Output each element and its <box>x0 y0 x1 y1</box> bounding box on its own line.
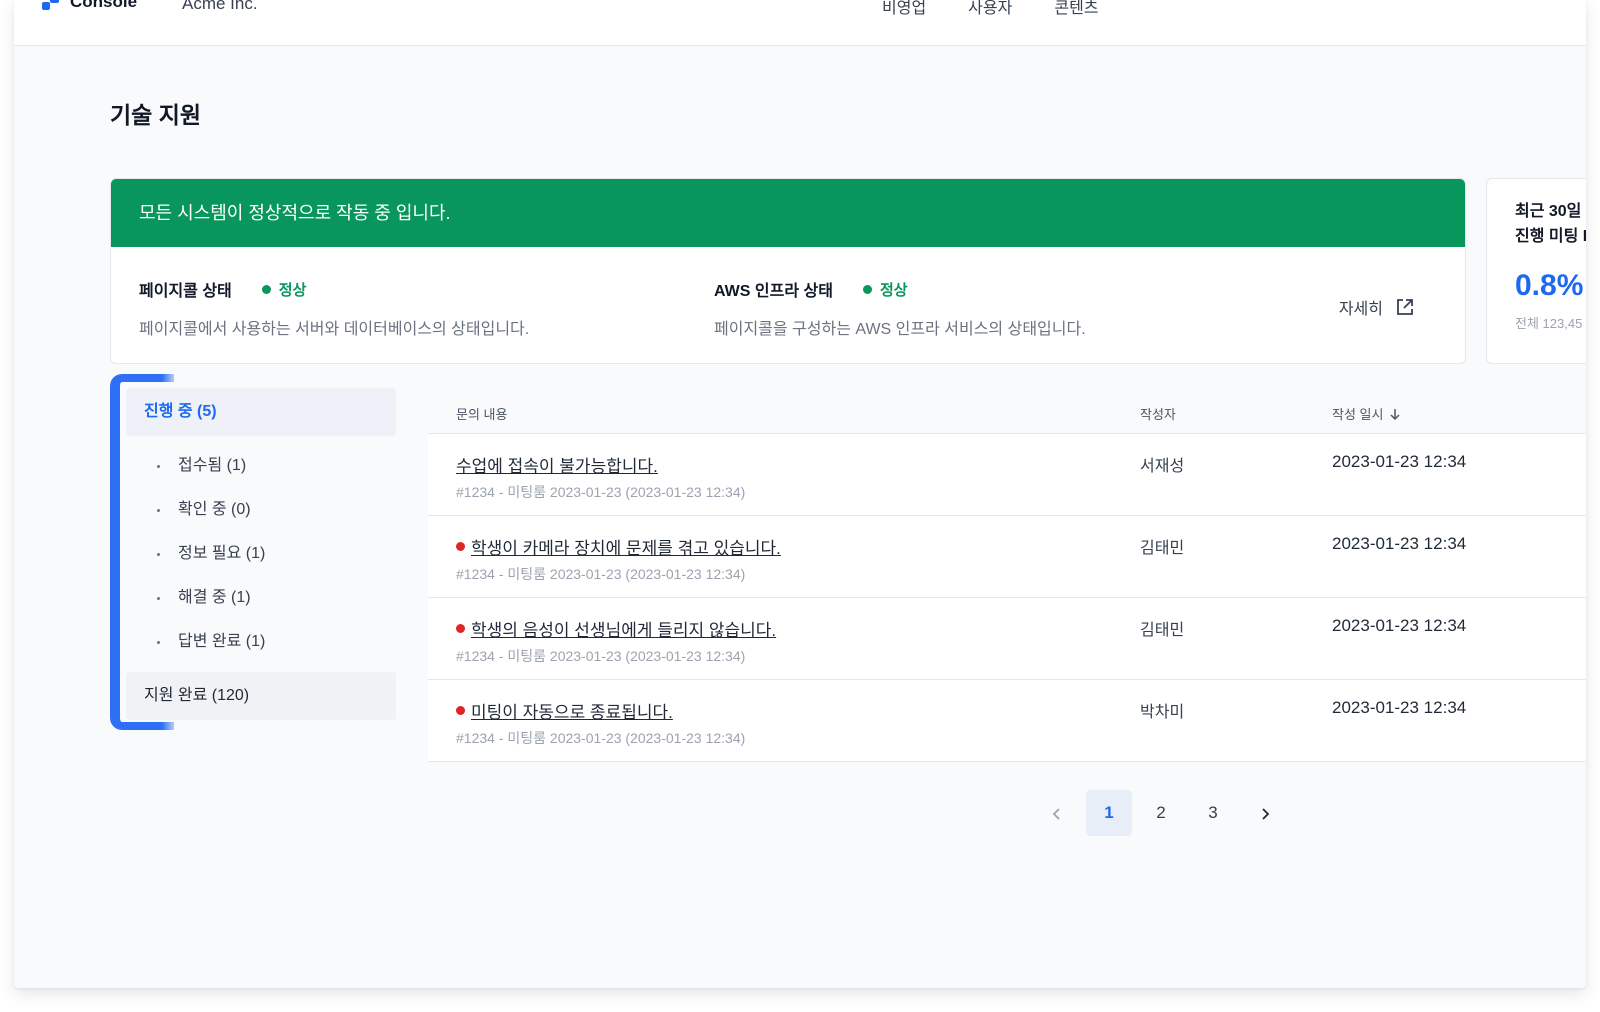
inquiry-meta: #1234 - 미팅룸 2023-01-23 (2023-01-23 12:34… <box>456 566 746 582</box>
metric-value: 0.8% <box>1515 269 1584 302</box>
next-page-button[interactable] <box>1242 790 1288 836</box>
sidebar-item-completed[interactable]: 지원 완료 (120) <box>126 672 396 720</box>
status-filter-sidebar: 진행 중 (5) 접수됨 (1) 확인 중 (0) 정보 필요 (1) 해결 중… <box>126 388 396 720</box>
inquiry-author: 박차미 <box>1140 704 1185 721</box>
metric-sub: 전체 123,45 <box>1515 316 1583 331</box>
logo-icon <box>42 0 62 12</box>
sidebar-sub-list: 접수됨 (1) 확인 중 (0) 정보 필요 (1) 해결 중 (1) 답변 완… <box>126 436 396 672</box>
meeting-metric-card: 최근 30일 진행 미팅 I 0.8% 전체 123,45 <box>1486 178 1586 364</box>
page-button-2[interactable]: 2 <box>1138 790 1184 836</box>
inquiry-meta: #1234 - 미팅룸 2023-01-23 (2023-01-23 12:34… <box>456 648 746 664</box>
nav-item-1[interactable]: 사용자 <box>968 0 1012 18</box>
unread-dot-icon <box>456 706 465 715</box>
aws-status: AWS 인프라 상태 정상 페이지콜을 구성하는 AWS 인프라 서비스의 상태… <box>714 277 1086 339</box>
page-title: 기술 지원 <box>110 102 202 128</box>
inquiry-title-link[interactable]: 학생의 음성이 선생님에게 들리지 않습니다. <box>456 616 776 641</box>
sidebar-sub-item[interactable]: 해결 중 (1) <box>126 576 396 620</box>
nav-item-0[interactable]: 비영업 <box>882 0 926 18</box>
inquiry-title-link[interactable]: 수업에 접속이 불가능합니다. <box>456 452 658 477</box>
sidebar-sub-item-label: 정보 필요 (1) <box>178 545 266 562</box>
aws-status-state: 정상 <box>879 281 908 299</box>
inquiry-title: 학생의 음성이 선생님에게 들리지 않습니다. <box>471 621 777 640</box>
column-header-date-label: 작성 일시 <box>1332 407 1384 422</box>
inquiry-author: 김태민 <box>1140 540 1185 557</box>
inquiry-title: 수업에 접속이 불가능합니다. <box>456 457 658 476</box>
status-dot-icon <box>261 284 271 294</box>
column-header-date[interactable]: 작성 일시 <box>1332 404 1401 423</box>
metric-title-line2: 진행 미팅 I <box>1515 228 1586 245</box>
aws-status-badge: 정상 <box>862 279 908 300</box>
inquiry-title-link[interactable]: 학생이 카메라 장치에 문제를 겪고 있습니다. <box>456 534 781 559</box>
status-banner: 모든 시스템이 정상적으로 작동 중 입니다. <box>111 179 1465 247</box>
prev-page-button[interactable] <box>1034 790 1080 836</box>
pagecall-status-label: 페이지콜 상태 <box>139 283 232 300</box>
sidebar-sub-item-label: 접수됨 (1) <box>178 457 247 474</box>
org-name[interactable]: Acme Inc. <box>182 0 258 14</box>
aws-status-desc: 페이지콜을 구성하는 AWS 인프라 서비스의 상태입니다. <box>714 321 1086 338</box>
table-row: 미팅이 자동으로 종료됩니다. #1234 - 미팅룸 2023-01-23 (… <box>428 680 1586 762</box>
pagecall-status-state: 정상 <box>278 281 307 299</box>
unread-dot-icon <box>456 624 465 633</box>
chevron-right-icon <box>1262 807 1270 820</box>
inquiry-date: 2023-01-23 12:34 <box>1332 452 1467 471</box>
page-button-1[interactable]: 1 <box>1086 790 1132 836</box>
sidebar-sub-item-label: 해결 중 (1) <box>178 589 251 606</box>
sidebar-sub-item-label: 확인 중 (0) <box>178 501 251 518</box>
top-bar: Console Acme Inc. 비영업 사용자 콘텐츠 <box>14 0 1586 46</box>
sidebar-sub-item[interactable]: 정보 필요 (1) <box>126 532 396 576</box>
inquiry-date: 2023-01-23 12:34 <box>1332 616 1467 635</box>
pagecall-status: 페이지콜 상태 정상 페이지콜에서 사용하는 서버와 데이터베이스의 상태입니다… <box>139 277 529 339</box>
sidebar-sub-item[interactable]: 접수됨 (1) <box>126 444 396 488</box>
inquiry-meta: #1234 - 미팅룸 2023-01-23 (2023-01-23 12:34… <box>456 484 746 500</box>
status-dot-icon <box>862 284 872 294</box>
inquiry-table: 문의 내용 작성자 작성 일시 수업에 접속이 불가능합니다. #1234 - … <box>428 384 1586 762</box>
nav-item-2[interactable]: 콘텐츠 <box>1054 0 1098 18</box>
column-header-content: 문의 내용 <box>456 407 508 422</box>
inquiry-date: 2023-01-23 12:34 <box>1332 534 1467 553</box>
aws-status-label: AWS 인프라 상태 <box>714 283 833 300</box>
inquiry-author: 김태민 <box>1140 622 1185 639</box>
top-nav: 비영업 사용자 콘텐츠 <box>882 0 1099 18</box>
status-detail-label: 자세히 <box>1338 301 1383 318</box>
inquiry-title-link[interactable]: 미팅이 자동으로 종료됩니다. <box>456 698 673 723</box>
logo[interactable]: Console <box>42 0 137 12</box>
table-row: 수업에 접속이 불가능합니다. #1234 - 미팅룸 2023-01-23 (… <box>428 434 1586 516</box>
status-detail-link[interactable]: 자세히 <box>1339 295 1415 319</box>
table-header: 문의 내용 작성자 작성 일시 <box>428 384 1586 434</box>
inquiry-meta: #1234 - 미팅룸 2023-01-23 (2023-01-23 12:34… <box>456 730 746 746</box>
table-row: 학생이 카메라 장치에 문제를 겪고 있습니다. #1234 - 미팅룸 202… <box>428 516 1586 598</box>
unread-dot-icon <box>456 542 465 551</box>
page-button-3[interactable]: 3 <box>1190 790 1236 836</box>
inquiry-author: 서재성 <box>1140 458 1185 475</box>
sort-arrow-down-icon <box>1390 408 1400 420</box>
sidebar-sub-item-label: 답변 완료 (1) <box>178 633 266 650</box>
sidebar-sub-item[interactable]: 답변 완료 (1) <box>126 620 396 664</box>
column-header-author: 작성자 <box>1140 407 1176 422</box>
logo-text: Console <box>70 0 138 11</box>
app-frame: Console Acme Inc. 비영업 사용자 콘텐츠 기술 지원 모든 시… <box>14 0 1586 988</box>
inquiry-date: 2023-01-23 12:34 <box>1332 698 1467 717</box>
inquiry-title: 학생이 카메라 장치에 문제를 겪고 있습니다. <box>471 539 781 558</box>
table-row: 학생의 음성이 선생님에게 들리지 않습니다. #1234 - 미팅룸 2023… <box>428 598 1586 680</box>
sidebar-sub-item[interactable]: 확인 중 (0) <box>126 488 396 532</box>
pagecall-status-desc: 페이지콜에서 사용하는 서버와 데이터베이스의 상태입니다. <box>139 321 530 338</box>
metric-title-line1: 최근 30일 <box>1515 203 1582 220</box>
inquiry-title: 미팅이 자동으로 종료됩니다. <box>471 703 673 722</box>
system-status-card: 모든 시스템이 정상적으로 작동 중 입니다. 페이지콜 상태 정상 페이지콜에… <box>110 178 1466 364</box>
external-link-icon <box>1397 299 1413 315</box>
pagination: 1 2 3 <box>1034 790 1294 836</box>
chevron-left-icon <box>1052 807 1060 820</box>
sidebar-item-in-progress[interactable]: 진행 중 (5) <box>126 388 396 436</box>
pagecall-status-badge: 정상 <box>261 279 307 300</box>
